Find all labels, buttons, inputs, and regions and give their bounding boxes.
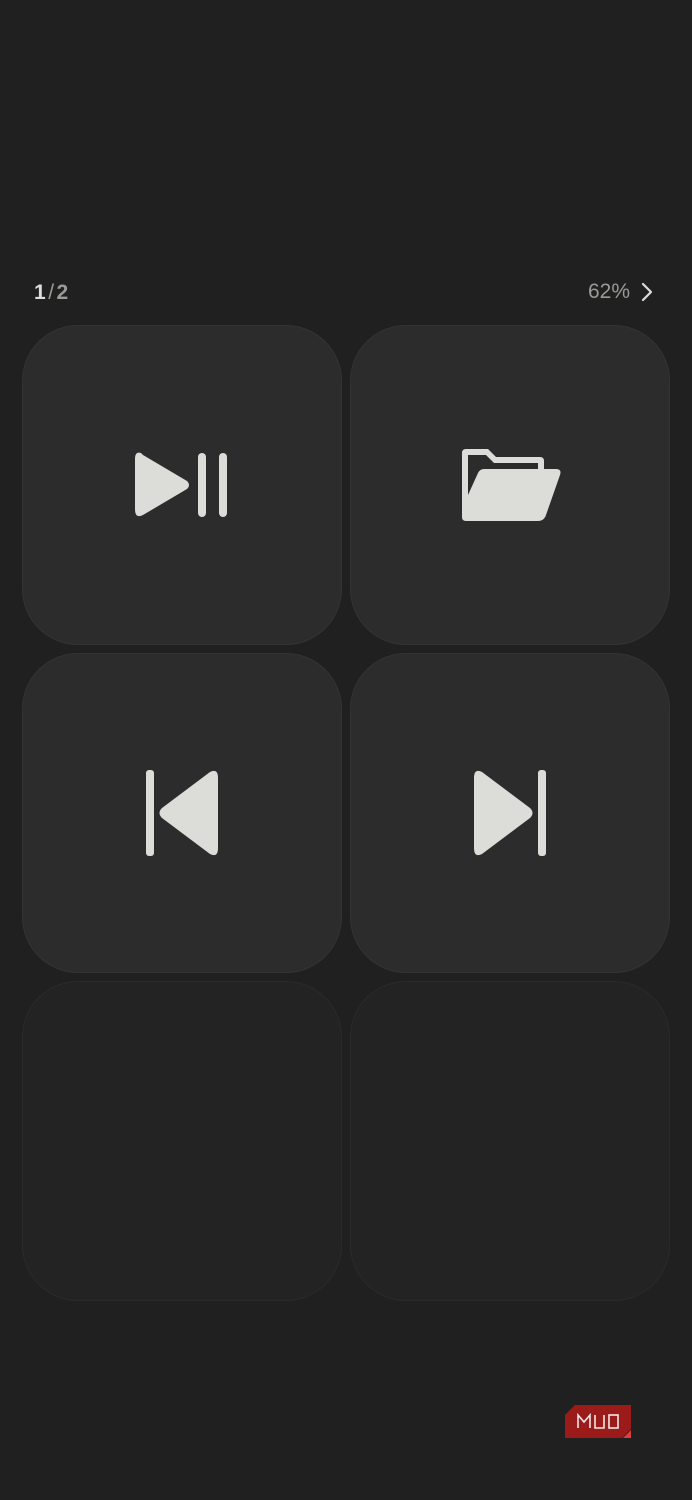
page-total: 2 (56, 281, 69, 304)
skip-next-icon (474, 770, 546, 856)
page-indicator: 1/2 (34, 281, 69, 305)
page-current: 1 (34, 281, 47, 304)
muo-logo (565, 1405, 631, 1438)
previous-track-button[interactable] (22, 653, 342, 973)
skip-previous-icon (146, 770, 218, 856)
zoom-level: 62% (587, 280, 630, 303)
folder-open-icon (462, 449, 561, 521)
open-folder-button[interactable] (350, 325, 670, 645)
next-track-button[interactable] (350, 653, 670, 973)
empty-slot[interactable] (350, 981, 670, 1301)
play-pause-icon (135, 452, 227, 517)
zoom-next-page-button[interactable]: 62% (588, 278, 658, 306)
empty-slot[interactable] (22, 981, 342, 1301)
page-separator: / (48, 281, 55, 304)
button-grid (22, 325, 670, 1301)
page-header: 1/2 62% (0, 272, 692, 312)
chevron-right-icon (641, 282, 653, 302)
play-pause-button[interactable] (22, 325, 342, 645)
